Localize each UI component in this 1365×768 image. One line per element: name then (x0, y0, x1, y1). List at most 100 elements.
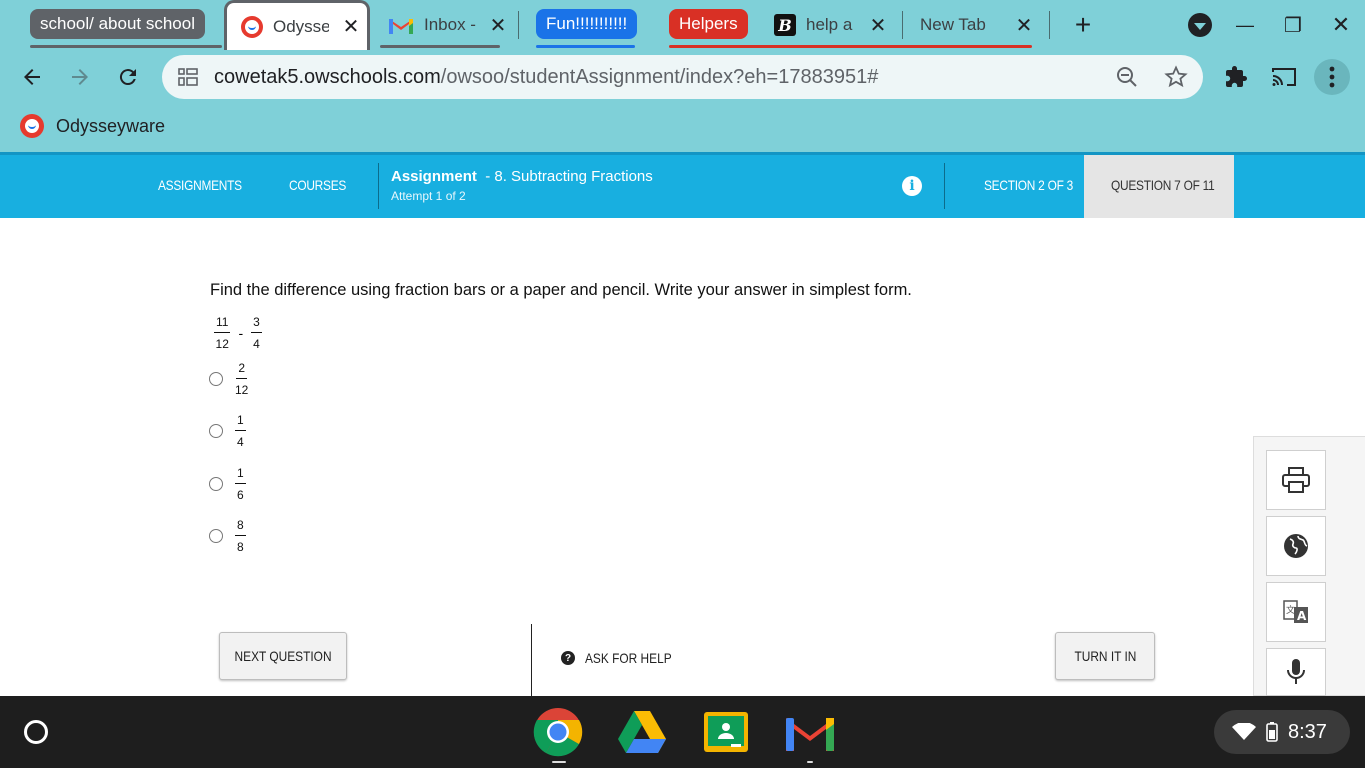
ask-for-help-link[interactable]: ? ASK FOR HELP (561, 650, 687, 666)
tab-odysseyware-title: Odysse (273, 16, 329, 36)
window-close-button[interactable]: ✕ (1328, 0, 1354, 50)
answer-radio[interactable] (209, 372, 223, 386)
fraction-numerator: 1 (235, 414, 246, 431)
gmail-icon (786, 718, 834, 751)
tab-inbox-title: Inbox - (424, 15, 476, 34)
info-icon[interactable]: i (902, 176, 922, 196)
language-button[interactable] (1266, 516, 1326, 576)
tab-new-tab[interactable]: New Tab ✕ (920, 0, 1044, 50)
tab-group-helpers-label: Helpers (679, 14, 738, 33)
tab-separator (518, 11, 519, 39)
arrow-right-icon (72, 69, 88, 85)
clock[interactable]: 8:37 (1288, 721, 1327, 744)
extensions-button[interactable] (1218, 59, 1254, 95)
new-tab-button[interactable]: + (1068, 0, 1098, 50)
wifi-icon (1232, 723, 1256, 740)
url-path: /owsoo/studentAssignment/index?eh=178839… (440, 66, 879, 88)
tab-group-school[interactable]: school/ about school (30, 9, 205, 39)
shelf-drive-app[interactable] (616, 708, 668, 756)
tab-separator (902, 11, 903, 39)
nav-divider (944, 163, 945, 209)
tab-search-button[interactable] (1188, 0, 1212, 50)
assignment-info: Assignment - 8. Subtracting Fractions At… (391, 168, 653, 203)
fraction: 3 4 (251, 316, 262, 350)
answer-choice-4[interactable]: 8 8 (209, 519, 246, 553)
tab-group-helpers[interactable]: Helpers (669, 9, 748, 39)
question-mark-icon: ? (561, 651, 575, 665)
odysseyware-favicon-icon (20, 114, 44, 138)
minimize-button[interactable]: — (1232, 0, 1258, 50)
chrome-menu-button[interactable] (1314, 59, 1350, 95)
launcher-icon[interactable] (24, 720, 48, 744)
forward-button[interactable] (62, 59, 98, 95)
ask-for-help-label: ASK FOR HELP (585, 650, 672, 666)
fraction-numerator: 2 (236, 362, 248, 379)
tab-separator (1049, 11, 1050, 39)
reload-icon (119, 69, 136, 86)
zoom-out-icon[interactable] (1116, 66, 1138, 88)
microphone-button[interactable] (1266, 648, 1326, 696)
microphone-icon (1287, 659, 1305, 684)
course-nav-bar: ASSIGNMENTS COURSES Assignment - 8. Subt… (0, 152, 1365, 218)
problem-expression: 11 12 - 3 4 (214, 316, 262, 350)
tab-help[interactable]: B help a ✕ (774, 0, 894, 50)
fraction-numerator: 11 (214, 316, 231, 333)
answer-radio[interactable] (209, 477, 223, 491)
answer-choice-1[interactable]: 2 12 (209, 362, 248, 396)
tab-new-tab-title: New Tab (920, 15, 986, 34)
assignment-name: - 8. Subtracting Fractions (485, 168, 653, 185)
globe-icon (1284, 534, 1308, 558)
gmail-favicon-icon (389, 19, 413, 34)
shelf-gmail-app[interactable] (784, 708, 836, 756)
printer-icon (1282, 467, 1310, 493)
tab-inbox-close-icon[interactable]: ✕ (486, 13, 510, 38)
bookmarks-bar: Odysseyware (0, 104, 1365, 152)
minus-operator: - (238, 325, 244, 341)
answer-radio[interactable] (209, 529, 223, 543)
turn-it-in-button[interactable]: TURN IT IN (1055, 632, 1155, 680)
bookmark-odysseyware-label: Odysseyware (56, 115, 166, 136)
translate-button[interactable]: A 文 (1266, 582, 1326, 642)
translate-icon: A 文 (1283, 600, 1308, 623)
tab-odysseyware[interactable]: Odysse ✕ (224, 0, 370, 50)
fraction: 2 12 (235, 362, 248, 396)
tab-inbox[interactable]: Inbox - ✕ (388, 0, 512, 50)
nav-assignments-link[interactable]: ASSIGNMENTS (158, 177, 242, 193)
fraction: 8 8 (235, 519, 246, 553)
fraction: 1 4 (235, 414, 246, 448)
fraction-denominator: 12 (215, 337, 229, 351)
tab-odysseyware-close-icon[interactable]: ✕ (339, 14, 363, 39)
url-text: cowetak5.owschools.com/owsoo/studentAssi… (214, 66, 878, 89)
cast-button[interactable] (1266, 59, 1302, 95)
tab-new-tab-close-icon[interactable]: ✕ (1012, 13, 1036, 38)
minimize-icon: — (1236, 14, 1254, 35)
answer-choice-2[interactable]: 1 4 (209, 414, 246, 448)
back-button[interactable] (14, 59, 50, 95)
cast-icon (1272, 68, 1296, 86)
brainly-favicon-icon: B (774, 14, 796, 36)
restore-icon: ❐ (1284, 14, 1302, 37)
tab-group-fun-label: Fun!!!!!!!!!!! (546, 14, 628, 33)
next-question-button[interactable]: NEXT QUESTION (219, 632, 347, 680)
address-bar[interactable]: cowetak5.owschools.com/owsoo/studentAssi… (162, 55, 1203, 99)
bookmark-star-icon[interactable] (1164, 65, 1188, 89)
svg-text:文: 文 (1286, 604, 1295, 616)
answer-choice-3[interactable]: 1 6 (209, 467, 246, 501)
bookmark-odysseyware[interactable]: Odysseyware (20, 114, 165, 138)
battery-icon (1266, 722, 1278, 742)
restore-button[interactable]: ❐ (1280, 0, 1306, 50)
section-indicator: SECTION 2 OF 3 (984, 177, 1074, 193)
tab-help-close-icon[interactable]: ✕ (866, 13, 890, 38)
print-button[interactable] (1266, 450, 1326, 510)
footer-divider (531, 624, 532, 696)
answer-radio[interactable] (209, 424, 223, 438)
shelf-chrome-app[interactable] (532, 708, 584, 757)
shelf-classroom-app[interactable] (700, 708, 752, 756)
nav-courses-link[interactable]: COURSES (289, 177, 346, 193)
next-question-label: NEXT QUESTION (234, 648, 332, 664)
reload-button[interactable] (110, 59, 146, 95)
question-indicator-label: QUESTION 7 OF 11 (1111, 177, 1215, 193)
status-tray[interactable]: 8:37 (1214, 710, 1350, 754)
fraction-denominator: 6 (237, 488, 244, 502)
tab-group-fun[interactable]: Fun!!!!!!!!!!! (536, 9, 638, 39)
